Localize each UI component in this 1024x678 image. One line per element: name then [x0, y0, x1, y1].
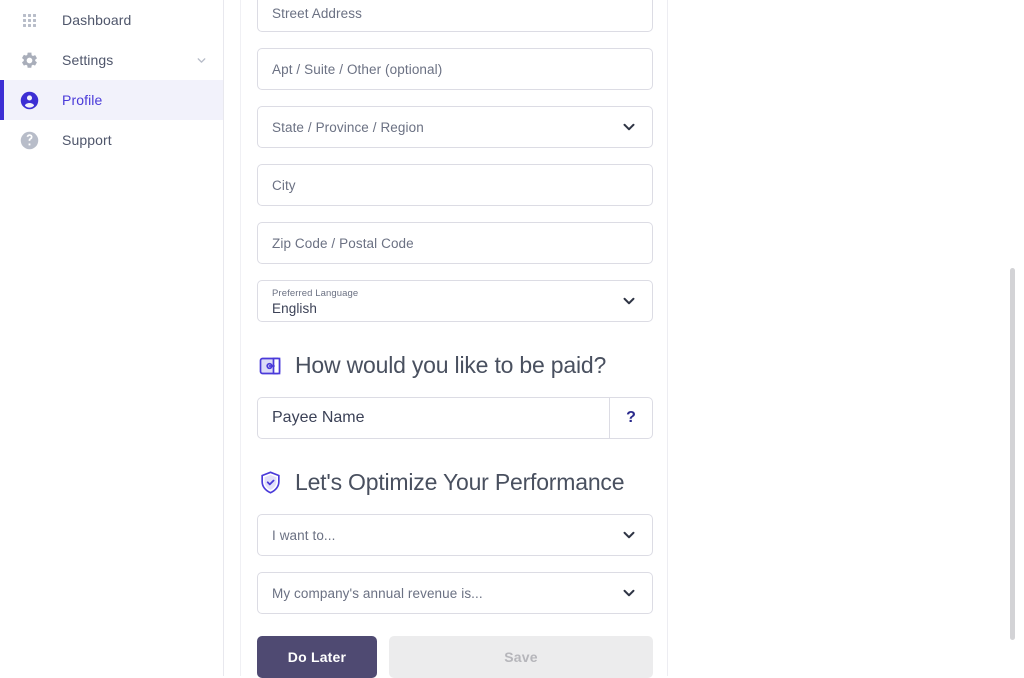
chevron-down-icon[interactable]: [193, 52, 209, 68]
user-circle-icon: [18, 89, 40, 111]
state-province-placeholder: State / Province / Region: [272, 119, 424, 135]
preferred-language-value: English: [272, 301, 317, 316]
question-circle-icon: [18, 129, 40, 151]
payment-section-heading: How would you like to be paid?: [257, 352, 651, 379]
save-button[interactable]: Save: [389, 636, 653, 678]
preferred-language-label: Preferred Language: [272, 288, 359, 299]
payee-name-input[interactable]: Payee Name: [257, 397, 609, 439]
street-address-field[interactable]: Street Address: [257, 0, 653, 32]
intent-select[interactable]: I want to...: [257, 514, 653, 556]
revenue-select[interactable]: My company's annual revenue is...: [257, 572, 653, 614]
sidebar-item-settings-label: Settings: [62, 52, 114, 68]
preferred-language-select[interactable]: Preferred Language English: [257, 280, 653, 322]
page-scrollbar-track[interactable]: [1010, 0, 1020, 676]
performance-section-title: Let's Optimize Your Performance: [295, 469, 625, 495]
apt-suite-field[interactable]: Apt / Suite / Other (optional): [257, 48, 653, 90]
apt-suite-placeholder: Apt / Suite / Other (optional): [272, 61, 443, 77]
payment-section-title: How would you like to be paid?: [295, 352, 607, 378]
gear-icon: [18, 49, 40, 71]
profile-form-panel: Street Address Apt / Suite / Other (opti…: [240, 0, 668, 678]
right-empty-pane: [669, 0, 1024, 676]
page-scrollbar-thumb[interactable]: [1010, 268, 1015, 640]
street-address-placeholder: Street Address: [272, 6, 362, 21]
performance-section-heading: Let's Optimize Your Performance: [257, 469, 651, 496]
sidebar-item-support[interactable]: Support: [0, 120, 223, 160]
state-province-select[interactable]: State / Province / Region: [257, 106, 653, 148]
zip-code-field[interactable]: Zip Code / Postal Code: [257, 222, 653, 264]
sidebar-item-dashboard[interactable]: Dashboard: [0, 0, 223, 40]
sidebar-item-dashboard-label: Dashboard: [62, 12, 132, 28]
form-actions: Do Later Save: [257, 636, 653, 678]
sidebar: Dashboard Settings Profile Support: [0, 0, 224, 676]
intent-placeholder: I want to...: [272, 527, 336, 543]
city-field[interactable]: City: [257, 164, 653, 206]
app-root: Dashboard Settings Profile Support Stree…: [0, 0, 1024, 678]
revenue-placeholder: My company's annual revenue is...: [272, 585, 483, 601]
sidebar-item-profile[interactable]: Profile: [0, 80, 223, 120]
chevron-down-icon[interactable]: [620, 526, 638, 544]
wallet-icon: [257, 353, 283, 379]
sidebar-item-support-label: Support: [62, 132, 112, 148]
sidebar-item-profile-label: Profile: [62, 92, 103, 108]
payee-help-button[interactable]: ?: [609, 397, 653, 439]
do-later-button[interactable]: Do Later: [257, 636, 377, 678]
city-placeholder: City: [272, 177, 296, 193]
chevron-down-icon[interactable]: [620, 292, 638, 310]
zip-code-placeholder: Zip Code / Postal Code: [272, 235, 414, 251]
grid-icon: [18, 9, 40, 31]
payee-name-row: Payee Name ?: [257, 397, 653, 439]
chevron-down-icon[interactable]: [620, 584, 638, 602]
shield-check-icon: [257, 470, 283, 496]
sidebar-item-settings[interactable]: Settings: [0, 40, 223, 80]
payee-name-placeholder: Payee Name: [272, 409, 365, 426]
chevron-down-icon[interactable]: [620, 118, 638, 136]
